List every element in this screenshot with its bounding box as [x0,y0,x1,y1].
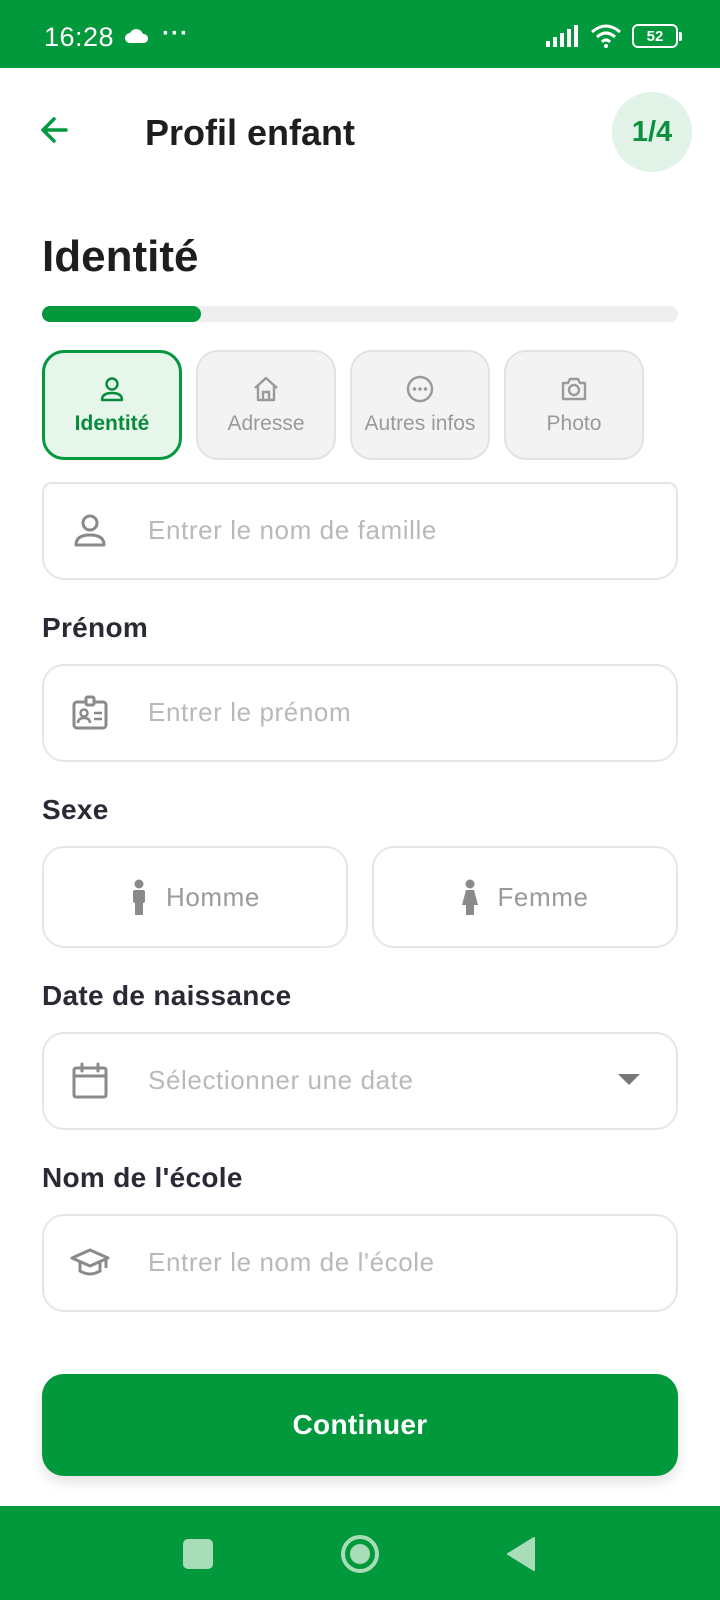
first-name-label: Prénom [42,612,149,643]
tab-identite[interactable]: Identité [42,350,182,460]
gender-male-label: Homme [165,881,260,912]
status-bar: 16:28 ··· 52 [0,0,720,68]
wifi-icon [591,24,621,48]
first-name-placeholder: Entrer le prénom [148,697,352,727]
more-circle-icon [406,375,434,403]
last-name-input[interactable]: Entrer le nom de famille [42,482,678,580]
first-name-input[interactable]: Entrer le prénom [42,664,678,762]
last-name-placeholder: Entrer le nom de famille [148,515,437,545]
tab-label: Autres infos [364,412,476,435]
recents-icon[interactable] [176,1532,220,1576]
step-tabs: Identité Adresse Autres infos Photo [42,350,692,460]
gender-label: Sexe [42,794,109,825]
user-icon [74,514,106,547]
home-circle-icon[interactable] [338,1532,382,1576]
gender-female-button[interactable]: Femme [372,846,678,948]
school-input[interactable]: Entrer le nom de l'école [42,1214,678,1312]
male-icon [132,879,145,915]
user-icon [100,377,124,402]
tab-label: Photo [546,412,602,435]
step-indicator: 1/4 [631,115,673,148]
female-icon [462,879,479,915]
back-triangle-icon[interactable] [500,1532,544,1576]
continue-label: Continuer [292,1409,428,1440]
status-time: 16:28 [44,22,115,52]
gender-female-label: Femme [497,881,589,912]
status-indicators: 52 [546,24,682,48]
progress-bar [42,306,678,322]
calendar-icon [72,1062,108,1099]
section-title: Identité [42,232,199,281]
cloud-icon [125,29,149,43]
school-label: Nom de l'école [42,1162,243,1193]
signal-icon [546,25,578,47]
school-placeholder: Entrer le nom de l'école [148,1247,435,1277]
page-title: Profil enfant [145,112,356,153]
chevron-down-icon [618,1074,640,1085]
tab-autres-infos[interactable]: Autres infos [350,350,490,460]
tab-adresse[interactable]: Adresse [196,350,336,460]
battery-icon: 52 [632,24,682,48]
id-card-icon [72,695,108,730]
tab-label: Adresse [227,412,305,435]
birth-date-select[interactable]: Sélectionner une date [42,1032,678,1130]
status-more-indicator: ··· [162,20,189,47]
progress-fill [42,306,201,322]
camera-icon [561,377,587,401]
back-arrow-icon[interactable] [36,110,76,150]
gender-male-button[interactable]: Homme [42,846,348,948]
tab-photo[interactable]: Photo [504,350,644,460]
home-icon [254,376,278,402]
birth-date-label: Date de naissance [42,980,292,1011]
birth-date-placeholder: Sélectionner une date [148,1065,414,1095]
app-header: Profil enfant 1/4 [0,68,720,198]
tab-label: Identité [74,412,150,435]
battery-level: 52 [646,27,664,45]
system-nav-bar [0,1506,720,1600]
continue-button[interactable]: Continuer [42,1374,678,1476]
graduation-cap-icon [70,1248,110,1276]
step-badge: 1/4 [612,92,692,172]
